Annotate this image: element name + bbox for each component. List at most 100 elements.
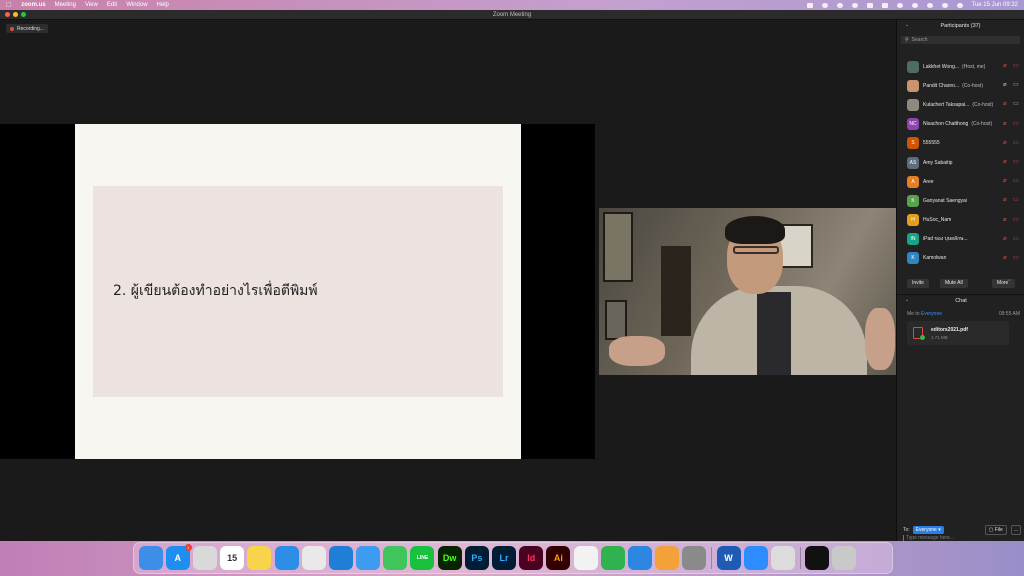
chat-recipient[interactable]: Everyone (921, 311, 942, 317)
participant-row[interactable]: A Aree ⌀ ▭ (897, 172, 1024, 191)
menu-help[interactable]: Help (157, 2, 169, 8)
file-name: editors2021.pdf (931, 326, 968, 333)
dock-safari-icon[interactable] (274, 546, 299, 570)
participant-row[interactable]: S 555555 ⌀ ▭ (897, 134, 1024, 153)
meeting-stage: Recording... 2. ผู้เขียนต้องทำอย่างไรเพื… (0, 20, 896, 541)
dock-calendar-icon[interactable]: 15 (220, 546, 245, 570)
wifi-icon[interactable] (911, 2, 918, 8)
dock-illustrator-icon[interactable]: Ai (546, 546, 571, 570)
dock-terminal-window-icon[interactable] (805, 546, 830, 570)
chevron-down-icon[interactable]: ⌄ (905, 297, 909, 303)
participant-row[interactable]: K Ganyanat Saengyai ⌀ ▭ (897, 191, 1024, 210)
spotlight-icon[interactable] (926, 2, 933, 8)
participant-name: 555555 (923, 140, 940, 147)
participant-row[interactable]: H HuSoc_Nam ⌀ ▭ (897, 211, 1024, 230)
dock-pages-icon[interactable] (655, 546, 680, 570)
menu-meeting[interactable]: Meeting (55, 2, 76, 8)
dock-icon-label: A (174, 553, 182, 563)
participant-name: Pandit Chanro... (923, 82, 960, 89)
dock-chrome-icon[interactable] (301, 546, 326, 570)
chat-more-button[interactable]: ... (1010, 525, 1021, 535)
shared-screen: 2. ผู้เขียนต้องทำอย่างไรเพื่อตีพิมพ์ (0, 124, 595, 459)
dock-lightroom-icon[interactable]: Lr (492, 546, 517, 570)
dock-line-icon[interactable]: LINE (410, 546, 435, 570)
fullscreen-window-button[interactable] (21, 12, 26, 17)
window-controls (5, 12, 26, 17)
line-status-icon[interactable] (836, 2, 843, 8)
dock-app-store-icon[interactable]: A1 (165, 544, 192, 570)
chat-file-attachment[interactable]: editors2021.pdf 1.71 MB (907, 321, 1009, 345)
chat-message-input[interactable]: Type message here... (903, 535, 1019, 541)
participant-status: ⌀ ▭ (1003, 178, 1020, 185)
dock-photos-icon[interactable] (573, 546, 598, 570)
file-icon: ▢ (988, 527, 994, 533)
menu-edit[interactable]: Edit (107, 2, 117, 8)
participant-role: (Co-host) (971, 121, 993, 128)
battery-icon[interactable] (881, 2, 888, 8)
siri-icon[interactable] (956, 2, 963, 8)
dock-photoshop-icon[interactable]: Ps (464, 546, 489, 570)
avatar: S (907, 137, 919, 150)
bluetooth-icon[interactable] (896, 2, 903, 8)
zoom-status-icon[interactable] (806, 2, 813, 8)
participant-row[interactable]: AS Amy Sabaitip ⌀ ▭ (897, 153, 1024, 172)
participant-role: (Co-host) (962, 82, 983, 89)
dock-system-preferences-icon[interactable] (682, 546, 707, 570)
mute-all-button[interactable]: Mute All (939, 278, 968, 288)
wall-frame (603, 212, 633, 282)
participant-name: Kamolwan (923, 255, 947, 262)
menu-bar:  zoom.us Meeting View Edit Window Help … (0, 0, 1024, 10)
chevron-down-icon: ˇ (1008, 280, 1010, 286)
participants-header: ⌄ Participants (37) (897, 20, 1024, 32)
desktop:  zoom.us Meeting View Edit Window Help … (0, 0, 1024, 576)
recording-indicator[interactable]: Recording... (6, 24, 48, 33)
menu-clock[interactable]: Tue 15 Jun 09:32 (972, 2, 1018, 8)
dock-zoom-icon[interactable] (743, 546, 768, 570)
participant-row[interactable]: Pandit Chanro... (Co-host) ⌀ ▭ (897, 76, 1024, 95)
dock-facetime-icon[interactable] (383, 546, 408, 570)
dock-word-icon[interactable]: W (716, 546, 741, 570)
slide-content-box: 2. ผู้เขียนต้องทำอย่างไรเพื่อตีพิมพ์ (93, 186, 503, 397)
participant-row[interactable]: IN iPad ของ บุษยลักษ... ⌀ ▭ (897, 230, 1024, 249)
dock-preview-icon[interactable] (770, 546, 795, 570)
dock-launchpad-icon[interactable] (192, 546, 217, 570)
dock-mail-icon[interactable] (356, 546, 381, 570)
participant-row[interactable]: Kulachert Taksapai... (Co-host) ⌀ ▭ (897, 95, 1024, 114)
participant-row[interactable]: NC Nisachon Chatthong (Co-host) ⌀ ▭ (897, 115, 1024, 134)
apple-icon[interactable]:  (6, 2, 11, 9)
dock-edge-icon[interactable] (328, 546, 353, 570)
zoom-window: Zoom Meeting Recording... 2. ผู้เขียนต้อ… (0, 10, 1024, 541)
speaker-hand-left (609, 336, 665, 366)
menu-window[interactable]: Window (126, 2, 147, 8)
menu-app-name[interactable]: zoom.us (21, 2, 45, 8)
dock-notes-icon[interactable] (247, 546, 272, 570)
avatar (907, 79, 919, 92)
dock-dreamweaver-icon[interactable]: Dw (437, 546, 462, 570)
dock-indesign-icon[interactable]: Id (519, 546, 544, 570)
participant-row[interactable]: K Kamolwan ⌀ ▭ (897, 249, 1024, 268)
minimize-window-button[interactable] (13, 12, 18, 17)
participant-name: Nisachon Chatthong (923, 121, 969, 128)
invite-button[interactable]: Invite (907, 278, 929, 288)
keyboard-icon[interactable] (866, 2, 873, 8)
dock-finder-icon[interactable] (138, 546, 163, 570)
close-window-button[interactable] (5, 12, 10, 17)
chevron-down-icon[interactable]: ⌄ (905, 22, 909, 28)
cloud-icon[interactable] (821, 2, 828, 8)
participant-row[interactable]: Lakkhet Wong... (Host, me) ⌀ ▭ (897, 57, 1024, 76)
side-panel: ⌄ Participants (37) ⚲ Search Lakkhet Won… (896, 20, 1024, 541)
more-button[interactable]: More ˇ (991, 278, 1015, 288)
status-area: Tue 15 Jun 09:32 (806, 2, 1018, 8)
dock-keynote-icon[interactable] (627, 546, 652, 570)
mic-muted-icon: ⌀ (1003, 235, 1007, 242)
spotify-icon[interactable] (851, 2, 858, 8)
send-file-button[interactable]: ▢ File (984, 525, 1007, 535)
control-center-icon[interactable] (941, 2, 948, 8)
file-size: 1.71 MB (931, 334, 948, 340)
recipient-select[interactable]: Everyone ▾ (912, 526, 944, 534)
menu-view[interactable]: View (85, 2, 98, 8)
search-placeholder: Search (911, 37, 928, 43)
participants-search[interactable]: ⚲ Search (901, 36, 1020, 44)
dock-trash-icon[interactable] (832, 546, 857, 570)
dock-numbers-icon[interactable] (600, 546, 625, 570)
